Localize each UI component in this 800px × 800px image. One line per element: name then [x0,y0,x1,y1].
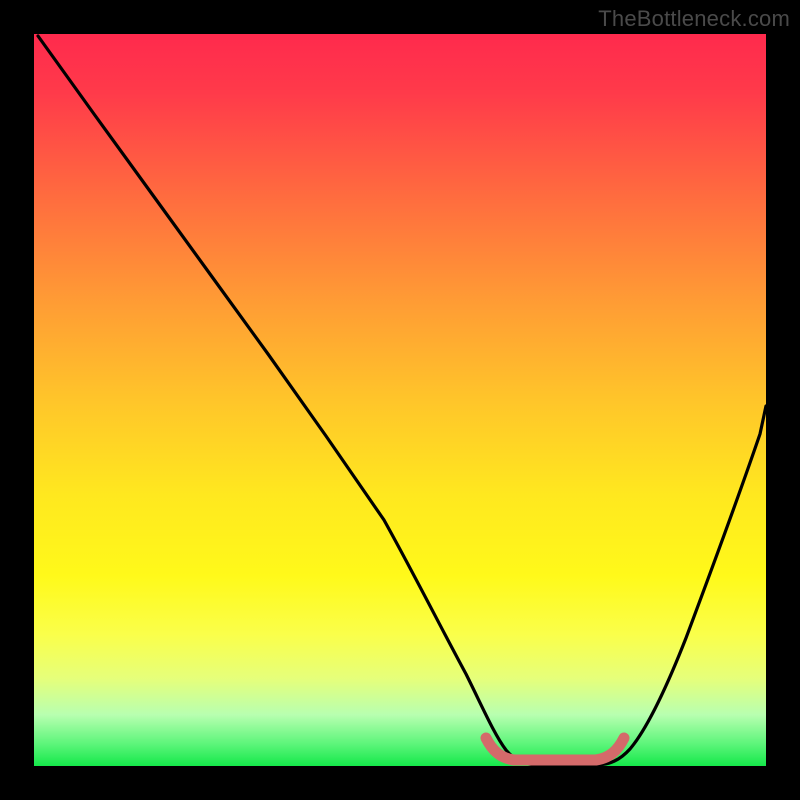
plot-area [34,34,766,766]
watermark-text: TheBottleneck.com [598,6,790,32]
chart-svg [34,34,766,766]
bottleneck-curve-path [38,36,766,765]
chart-frame: TheBottleneck.com [0,0,800,800]
